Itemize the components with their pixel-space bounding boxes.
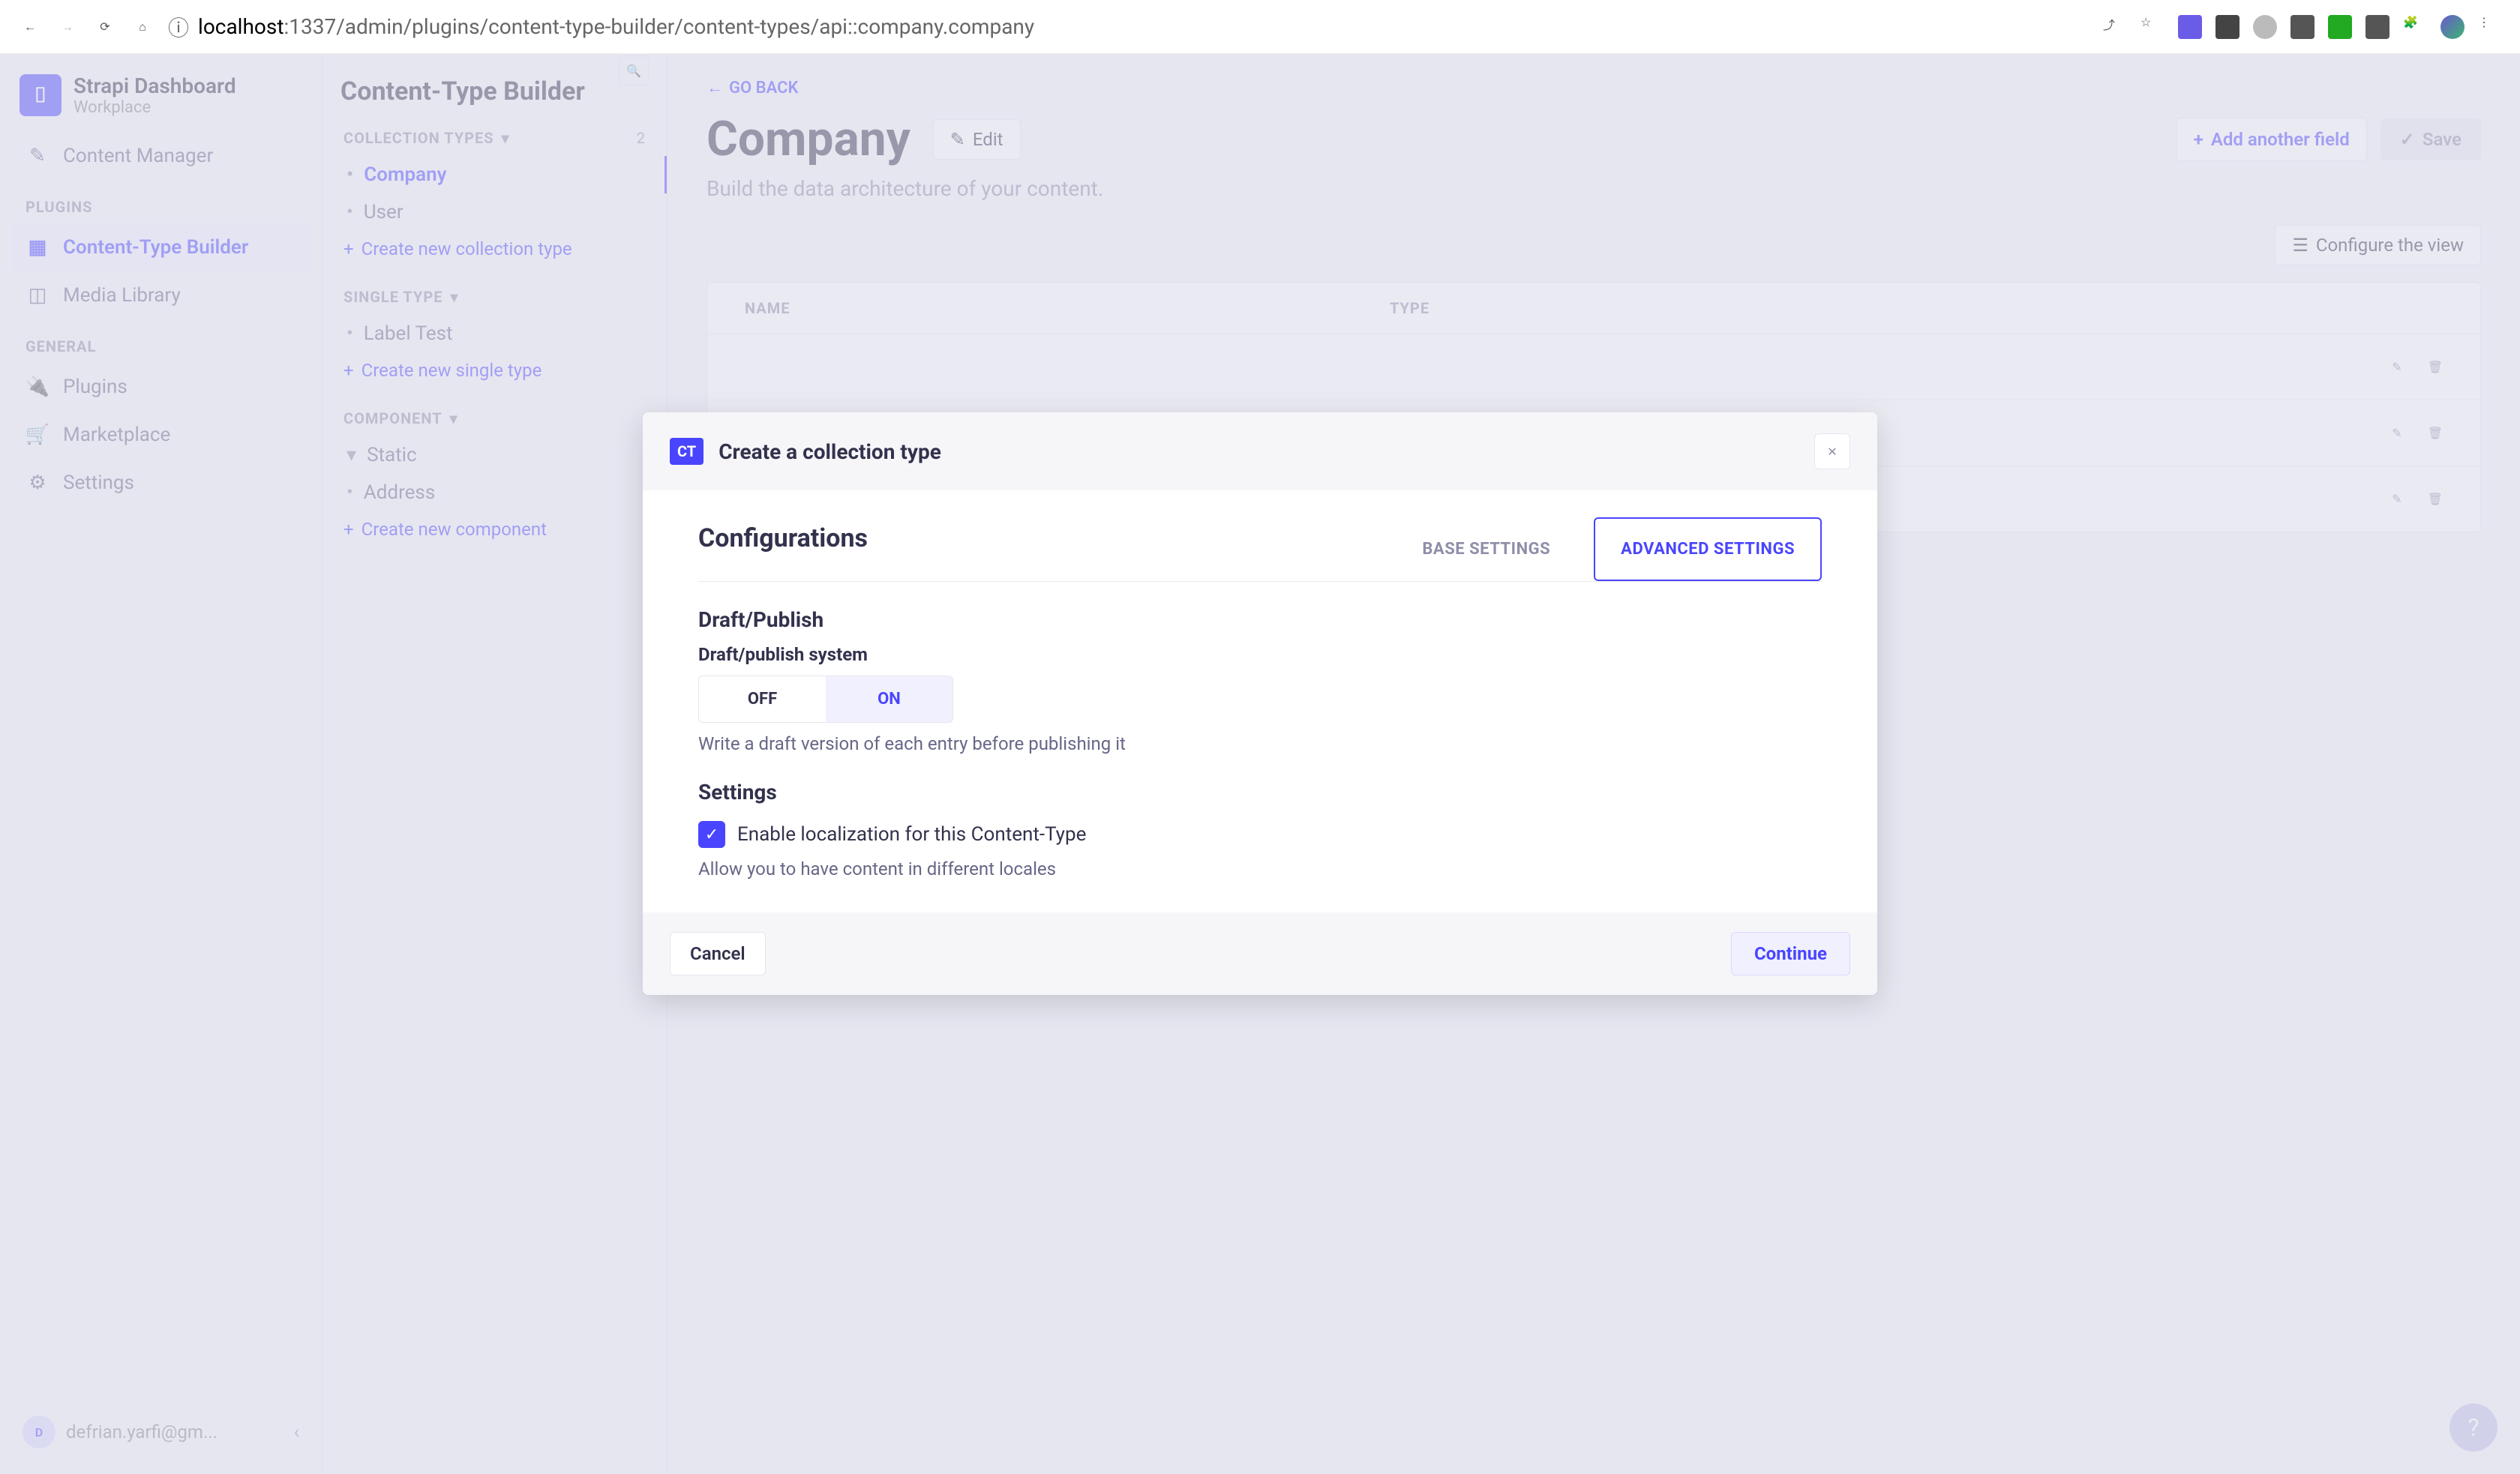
reload-icon[interactable]: ⟳ xyxy=(93,15,117,39)
browser-chrome: ← → ⟳ ⌂ ⓘ localhost:1337/admin/plugins/c… xyxy=(0,0,2520,54)
ext-icon[interactable] xyxy=(2216,15,2240,39)
checkbox-checked-icon: ✓ xyxy=(698,821,725,848)
profile-avatar[interactable] xyxy=(2440,15,2464,39)
cancel-button[interactable]: Cancel xyxy=(670,932,766,975)
toggle-on[interactable]: ON xyxy=(826,676,952,722)
ext-icon[interactable] xyxy=(2178,15,2202,39)
settings-heading: Settings xyxy=(698,754,1822,816)
draft-toggle[interactable]: OFF ON xyxy=(698,676,953,723)
toggle-off[interactable]: OFF xyxy=(699,676,826,722)
draft-system-label: Draft/publish system xyxy=(698,644,1822,676)
ext-icon[interactable] xyxy=(2328,15,2352,39)
draft-publish-heading: Draft/Publish xyxy=(698,582,1822,644)
puzzle-icon[interactable]: 🧩 xyxy=(2403,15,2427,39)
modal-title: Create a collection type xyxy=(718,439,941,464)
url-host: localhost xyxy=(198,14,284,39)
info-icon: ⓘ xyxy=(168,12,189,42)
configurations-heading: Configurations xyxy=(698,523,868,576)
localization-label: Enable localization for this Content-Typ… xyxy=(737,823,1086,846)
browser-extensions: ⤴ ☆ 🧩 ⋮ xyxy=(2103,15,2502,39)
url-path: :1337/admin/plugins/content-type-builder… xyxy=(284,14,1035,39)
localization-hint: Allow you to have content in different l… xyxy=(698,848,1822,879)
address-bar[interactable]: ⓘ localhost:1337/admin/plugins/content-t… xyxy=(168,12,2090,42)
draft-hint: Write a draft version of each entry befo… xyxy=(698,723,1822,754)
ext-icon[interactable] xyxy=(2290,15,2314,39)
ext-icon[interactable] xyxy=(2366,15,2390,39)
tab-advanced-settings[interactable]: ADVANCED SETTINGS xyxy=(1594,517,1822,581)
home-icon[interactable]: ⌂ xyxy=(130,15,154,39)
star-icon[interactable]: ☆ xyxy=(2140,15,2164,39)
localization-checkbox[interactable]: ✓ Enable localization for this Content-T… xyxy=(698,816,1822,848)
close-button[interactable]: ✕ xyxy=(1814,433,1850,469)
back-icon[interactable]: ← xyxy=(18,15,42,39)
ext-icon[interactable] xyxy=(2253,15,2277,39)
share-icon[interactable]: ⤴ xyxy=(2103,15,2127,39)
forward-icon[interactable]: → xyxy=(56,15,80,39)
tab-base-settings[interactable]: BASE SETTINGS xyxy=(1395,517,1577,581)
close-icon: ✕ xyxy=(1827,445,1837,459)
menu-icon[interactable]: ⋮ xyxy=(2478,15,2502,39)
continue-button[interactable]: Continue xyxy=(1731,932,1850,975)
create-collection-modal: CT Create a collection type ✕ Configurat… xyxy=(643,412,1877,995)
ct-badge: CT xyxy=(670,438,704,465)
